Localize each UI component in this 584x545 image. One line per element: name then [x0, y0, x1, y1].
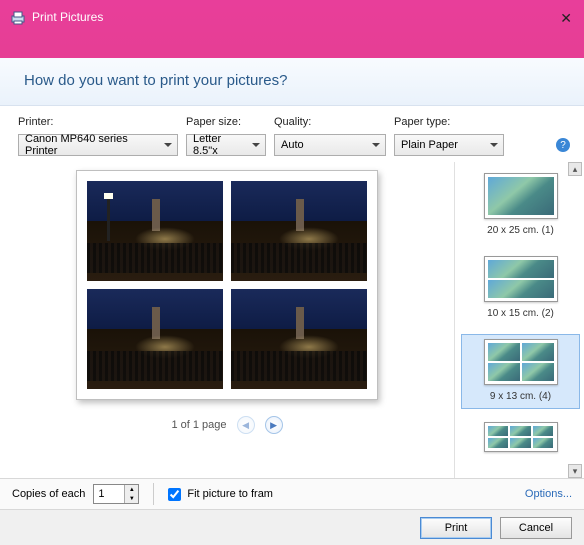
chevron-right-icon: ▶ — [270, 420, 277, 431]
copies-label: Copies of each — [12, 488, 85, 500]
template-label: 9 x 13 cm. (4) — [490, 391, 551, 402]
template-thumb — [484, 256, 558, 302]
titlebar: Print Pictures ✕ — [0, 0, 584, 58]
template-10x15[interactable]: 10 x 15 cm. (2) — [461, 251, 580, 326]
print-button[interactable]: Print — [420, 517, 492, 539]
paper-type-label: Paper type: — [394, 116, 504, 128]
paper-size-label: Paper size: — [186, 116, 266, 128]
copies-input[interactable] — [94, 485, 124, 503]
template-thumb — [484, 339, 558, 385]
options-link[interactable]: Options... — [525, 488, 572, 500]
printer-select[interactable]: Canon MP640 series Printer — [18, 134, 178, 156]
fit-checkbox[interactable] — [168, 488, 181, 501]
fit-label: Fit picture to fram — [187, 488, 273, 500]
preview-sheet — [76, 170, 378, 400]
preview-photo — [231, 181, 367, 281]
filter-row: Printer: Canon MP640 series Printer Pape… — [0, 106, 584, 162]
pager: 1 of 1 page ◀ ▶ — [171, 416, 282, 434]
template-label: 20 x 25 cm. (1) — [487, 225, 554, 236]
scroll-up-button[interactable]: ▴ — [568, 162, 582, 176]
template-9x13[interactable]: 9 x 13 cm. (4) — [461, 334, 580, 409]
bottom-bar: Copies of each ▲▼ Fit picture to fram Op… — [0, 478, 584, 509]
button-row: Print Cancel — [0, 509, 584, 545]
pager-next-button[interactable]: ▶ — [265, 416, 283, 434]
paper-size-select[interactable]: Letter 8.5"x — [186, 134, 266, 156]
preview-photo — [87, 181, 223, 281]
template-more[interactable] — [461, 417, 580, 465]
quality-label: Quality: — [274, 116, 386, 128]
header: How do you want to print your pictures? — [0, 58, 584, 106]
preview-photo — [87, 289, 223, 389]
main-area: 1 of 1 page ◀ ▶ ▴ 20 x 25 cm. (1) 10 x 1… — [0, 162, 584, 478]
template-list: ▴ 20 x 25 cm. (1) 10 x 15 cm. (2) 9 x 13… — [454, 162, 584, 478]
help-icon[interactable]: ? — [556, 138, 570, 152]
spinner-down-icon[interactable]: ▼ — [125, 494, 138, 503]
scroll-down-button[interactable]: ▾ — [568, 464, 582, 478]
copies-spinner[interactable]: ▲▼ — [93, 484, 139, 504]
pager-text: 1 of 1 page — [171, 419, 226, 431]
paper-type-select[interactable]: Plain Paper — [394, 134, 504, 156]
template-thumb — [484, 422, 558, 452]
pager-prev-button[interactable]: ◀ — [237, 416, 255, 434]
chevron-left-icon: ◀ — [242, 420, 249, 431]
window-title: Print Pictures — [32, 10, 103, 24]
preview-area: 1 of 1 page ◀ ▶ — [0, 162, 454, 478]
divider — [153, 483, 154, 505]
spinner-up-icon[interactable]: ▲ — [125, 485, 138, 494]
template-20x25[interactable]: 20 x 25 cm. (1) — [461, 168, 580, 243]
header-question: How do you want to print your pictures? — [24, 72, 560, 89]
template-thumb — [484, 173, 558, 219]
cancel-button[interactable]: Cancel — [500, 517, 572, 539]
close-icon[interactable]: ✕ — [560, 10, 572, 27]
quality-select[interactable]: Auto — [274, 134, 386, 156]
preview-photo — [231, 289, 367, 389]
fit-checkbox-row[interactable]: Fit picture to fram — [168, 488, 273, 501]
printer-label: Printer: — [18, 116, 178, 128]
print-icon — [10, 10, 26, 26]
template-label: 10 x 15 cm. (2) — [487, 308, 554, 319]
